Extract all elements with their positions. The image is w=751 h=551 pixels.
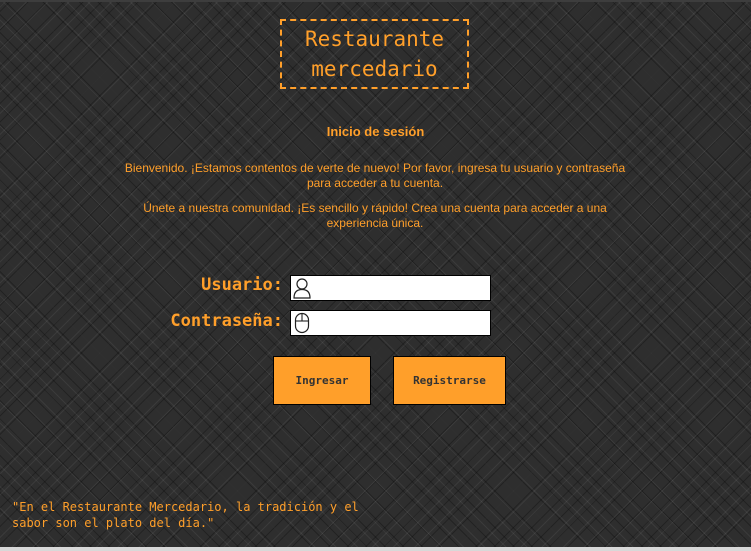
username-input[interactable] (313, 277, 490, 299)
page-title: Inicio de sesión (326, 124, 425, 139)
password-field[interactable] (290, 310, 491, 336)
username-field[interactable] (290, 275, 491, 301)
welcome-text: Bienvenido. ¡Estamos contentos de verte … (124, 161, 626, 190)
logo-text: Restaurante mercedario (304, 27, 445, 81)
bottom-border (0, 547, 751, 551)
logo: Restaurante mercedario (280, 19, 469, 89)
top-border (0, 0, 751, 2)
footer-quote: "En el Restaurante Mercedario, la tradic… (12, 500, 359, 530)
join-text: Únete a nuestra comunidad. ¡Es sencillo … (143, 201, 607, 230)
username-label: Usuario: (201, 275, 283, 295)
password-label: Contraseña: (170, 311, 283, 331)
password-input[interactable] (313, 312, 490, 334)
login-button[interactable]: Ingresar (273, 356, 371, 405)
mouse-icon (291, 311, 313, 335)
user-icon (291, 276, 313, 300)
register-button[interactable]: Registrarse (393, 356, 506, 405)
